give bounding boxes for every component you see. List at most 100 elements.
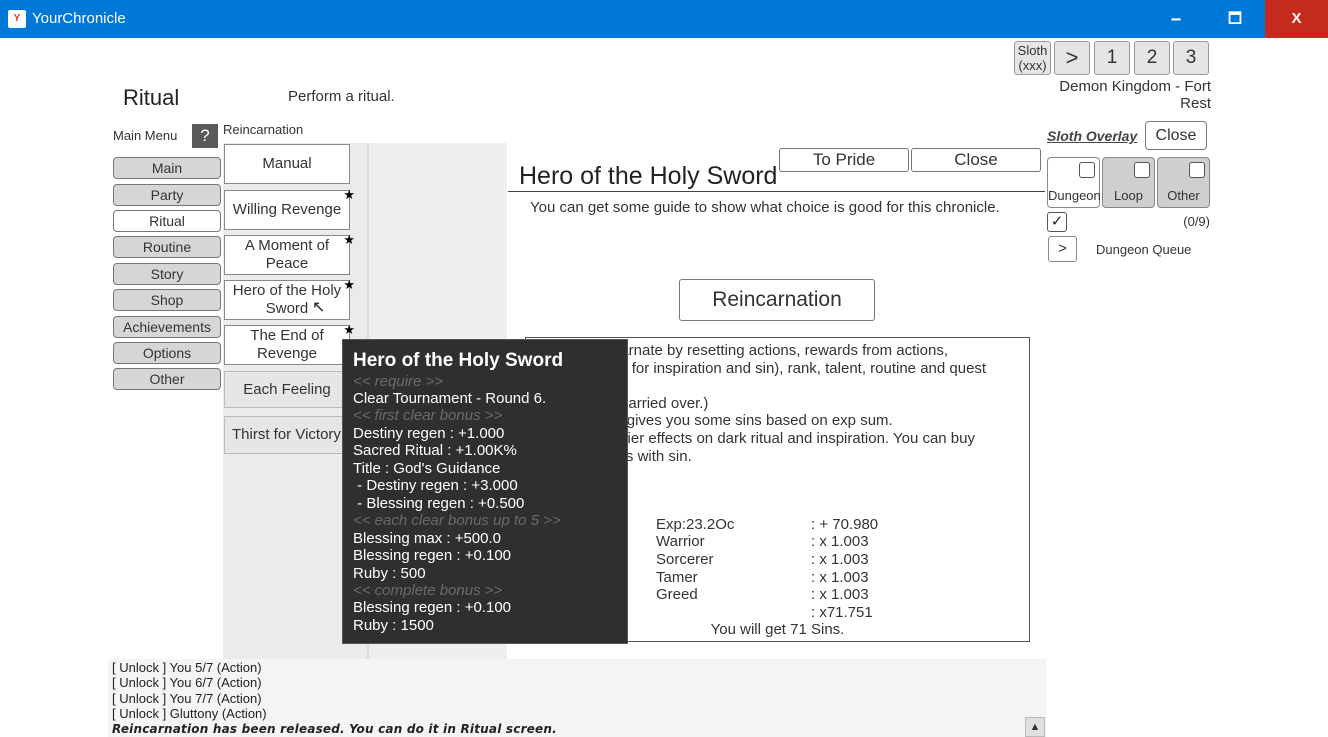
checkbox-icon[interactable] (1134, 162, 1150, 178)
queue-count: (0/9) (1183, 214, 1210, 229)
page-3-button[interactable]: 3 (1173, 41, 1209, 75)
overlay-toggle-label: Dungeon (1048, 188, 1101, 203)
ritual-label: Thirst for Victory (232, 426, 341, 443)
ritual-label: The End of Revenge (250, 327, 324, 362)
log-entry: [ Unlock ] You 5/7 (Action) (112, 660, 262, 675)
tooltip-line: Ruby : 1500 (353, 617, 434, 634)
ritual-willing-revenge[interactable]: Willing Revenge ★ (224, 187, 355, 230)
calc-key: Greed (656, 586, 698, 603)
ritual-end-of-revenge[interactable]: The End of Revenge ★ (224, 322, 355, 365)
main-menu-header: Main Menu (113, 128, 178, 143)
to-pride-button[interactable]: To Pride (779, 148, 909, 172)
page-1-button[interactable]: 1 (1094, 41, 1130, 75)
page-2-button[interactable]: 2 (1134, 41, 1170, 75)
ritual-manual[interactable]: Manual (224, 144, 350, 184)
tooltip-line: Ruby : 500 (353, 565, 426, 582)
menu-item-options[interactable]: Options (113, 342, 221, 364)
calc-key: Sorcerer (656, 551, 714, 568)
ritual-label: Hero of the Holy Sword (232, 282, 342, 317)
tooltip-section: << first clear bonus >> (353, 407, 503, 424)
location-label: Demon Kingdom - Fort Rest (1059, 78, 1211, 112)
title-bar: Y YourChronicle 🗕 🗖 X (0, 0, 1328, 38)
sloth-overlay-label[interactable]: Sloth Overlay (1047, 128, 1137, 144)
ritual-hero-holy-sword[interactable]: Hero of the Holy Sword ★ (224, 277, 355, 320)
checkbox-icon[interactable] (1189, 162, 1205, 178)
sloth-button-sub: (xxx) (1018, 58, 1047, 73)
tooltip-section: << each clear bonus up to 5 >> (353, 512, 561, 529)
calc-value: : + 70.980 (811, 516, 879, 533)
star-icon: ★ (343, 187, 355, 202)
help-button[interactable]: ? (192, 124, 218, 148)
detail-divider (508, 191, 1045, 192)
close-detail-button[interactable]: Close (911, 148, 1041, 172)
ritual-label: Each Feeling (243, 380, 331, 398)
calc-value: : x 1.003 (811, 569, 869, 586)
log-entry: [ Unlock ] You 7/7 (Action) (112, 691, 262, 706)
close-window-button[interactable]: X (1265, 0, 1328, 38)
ritual-label: Willing Revenge (232, 201, 342, 218)
star-icon: ★ (343, 232, 355, 247)
page-title: Ritual (123, 85, 180, 110)
menu-item-routine[interactable]: Routine (113, 236, 221, 258)
menu-item-achievements[interactable]: Achievements (113, 316, 221, 338)
ritual-each-feeling[interactable]: Each Feeling (224, 371, 350, 408)
menu-item-story[interactable]: Story (113, 263, 221, 285)
detail-guide: You can get some guide to show what choi… (530, 199, 1000, 216)
menu-item-shop[interactable]: Shop (113, 289, 221, 311)
menu-item-main[interactable]: Main (113, 157, 221, 179)
maximize-button[interactable]: 🗖 (1206, 0, 1264, 38)
mouse-cursor-icon: ↖ (312, 299, 326, 316)
checkbox-icon[interactable] (1079, 162, 1095, 178)
sloth-button[interactable]: Sloth (xxx) (1014, 41, 1051, 75)
calc-key: Exp:23.2Oc (656, 516, 735, 533)
window-title: YourChronicle (32, 10, 126, 27)
queue-checkbox[interactable]: ✓ (1047, 212, 1067, 232)
calc-total: : x71.751 (811, 604, 873, 621)
overlay-toggle-label: Other (1167, 188, 1200, 203)
menu-item-party[interactable]: Party (113, 184, 221, 206)
ritual-thirst-for-victory[interactable]: Thirst for Victory (224, 416, 350, 454)
log-entry: [ Unlock ] Gluttony (Action) (112, 706, 267, 721)
ritual-label: A Moment of Peace (244, 237, 330, 272)
calc-value: : x 1.003 (811, 551, 869, 568)
overlay-toggle-other[interactable]: Other (1157, 157, 1210, 208)
main-menu: Main Menu ? Main Party Ritual Routine St… (113, 118, 221, 398)
overlay-toggle-dungeon[interactable]: Dungeon (1047, 157, 1101, 208)
app-icon: Y (8, 10, 26, 28)
tooltip-line: - Blessing regen : +0.500 (353, 495, 525, 512)
tooltip-line: - Destiny regen : +3.000 (353, 477, 518, 494)
next-button[interactable]: > (1054, 41, 1090, 75)
ritual-tooltip: Hero of the Holy Sword << require >> Cle… (342, 339, 628, 644)
calc-value: : x 1.003 (811, 533, 869, 550)
menu-item-ritual[interactable]: Ritual (113, 210, 221, 232)
tooltip-line: Clear Tournament - Round 6. (353, 390, 547, 407)
ritual-moment-of-peace[interactable]: A Moment of Peace ★ (224, 232, 355, 275)
page-description: Perform a ritual. (288, 88, 395, 105)
tooltip-section: << require >> (353, 373, 444, 390)
tooltip-line: Sacred Ritual : +1.00K% (353, 442, 517, 459)
message-log: [ Unlock ] You 5/7 (Action) [ Unlock ] Y… (108, 659, 1046, 737)
menu-item-other[interactable]: Other (113, 368, 221, 390)
ritual-label: Manual (262, 155, 312, 172)
tooltip-title: Hero of the Holy Sword (353, 350, 564, 371)
star-icon: ★ (343, 322, 355, 337)
overlay-toggle-loop[interactable]: Loop (1102, 157, 1155, 208)
minimize-button[interactable]: 🗕 (1147, 0, 1205, 38)
detail-title: Hero of the Holy Sword (519, 162, 778, 190)
calc-key: Tamer (656, 569, 698, 586)
overlay-toggle-label: Loop (1114, 188, 1143, 203)
calc-value: : x 1.003 (811, 586, 869, 603)
log-entry: [ Unlock ] You 6/7 (Action) (112, 675, 262, 690)
sloth-button-label: Sloth (1017, 43, 1048, 58)
scroll-up-icon[interactable]: ▲ (1025, 717, 1045, 737)
tooltip-line: Destiny regen : +1.000 (353, 425, 505, 442)
star-icon: ★ (343, 277, 355, 292)
tooltip-section: << complete bonus >> (353, 582, 503, 599)
queue-next-button[interactable]: > (1048, 236, 1077, 262)
dungeon-queue-label: Dungeon Queue (1096, 242, 1192, 257)
tooltip-line: Blessing regen : +0.100 (353, 547, 512, 564)
sloth-overlay-close-button[interactable]: Close (1145, 121, 1207, 150)
reincarnation-button[interactable]: Reincarnation (679, 279, 875, 321)
calc-key: Warrior (656, 533, 705, 550)
category-header: Reincarnation (223, 122, 304, 137)
